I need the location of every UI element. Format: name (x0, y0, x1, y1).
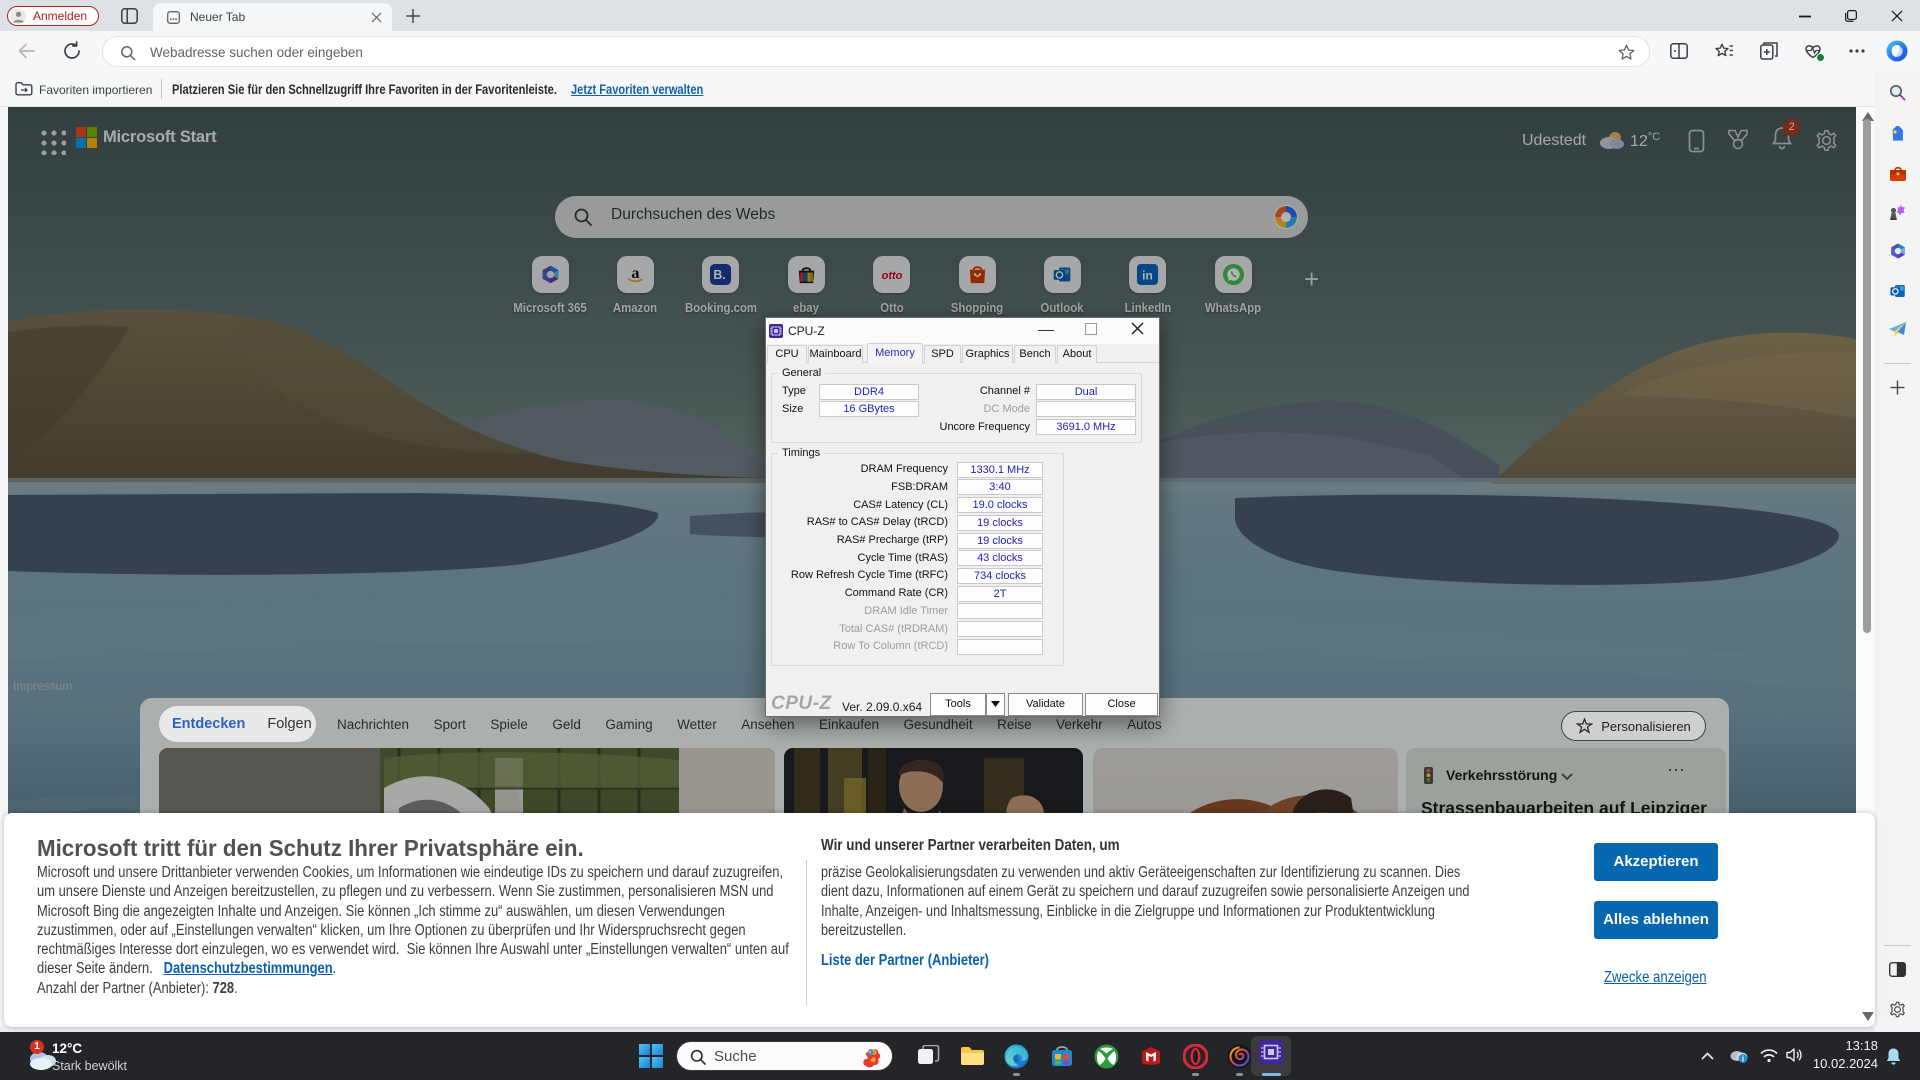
svg-text:i: i (1742, 1055, 1744, 1064)
